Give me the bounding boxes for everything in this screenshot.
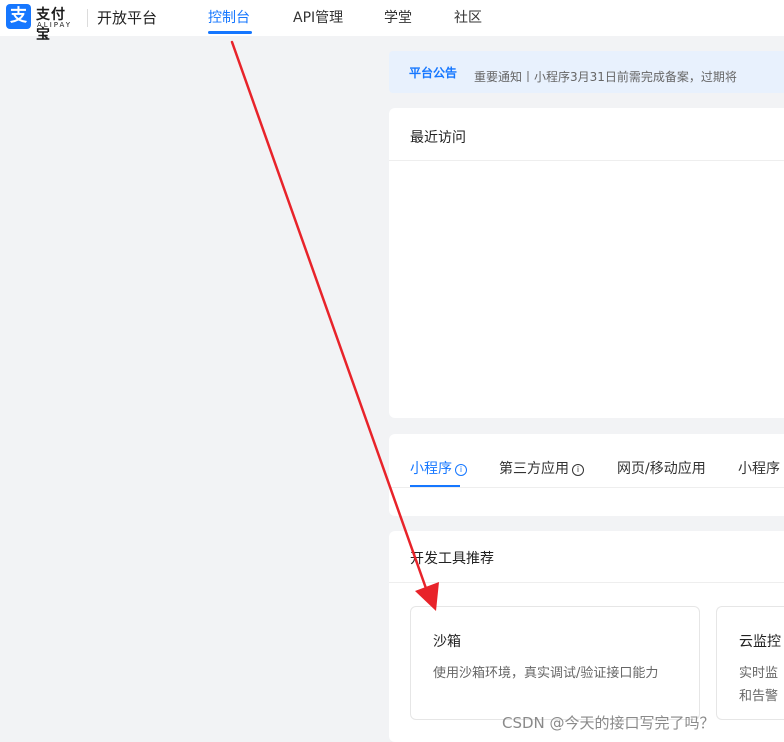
tool-description-line: 和告警	[739, 689, 779, 704]
top-nav-bar: 支 支付宝 ALIPAY 开放平台 控制台 API管理 学堂 社区	[0, 0, 784, 43]
tab-label: 小程序	[410, 461, 452, 477]
card-divider	[389, 582, 784, 583]
tool-title: 沙箱	[433, 634, 461, 650]
tool-title: 云监控	[739, 634, 781, 650]
tab-divider	[389, 487, 784, 488]
tool-description-line: 实时监	[739, 666, 779, 681]
tab-mini-program-2[interactable]: 小程序	[738, 458, 780, 478]
platform-title[interactable]: 开放平台	[97, 7, 157, 28]
platform-notice[interactable]: 平台公告 重要通知丨小程序3月31日前需完成备案，过期将	[389, 51, 784, 93]
tab-label: 第三方应用	[499, 461, 569, 477]
tool-description: 实时监 和告警	[739, 662, 778, 708]
nav-api-management[interactable]: API管理	[293, 7, 343, 27]
tab-third-party-app[interactable]: 第三方应用 i	[499, 458, 584, 478]
nav-community[interactable]: 社区	[454, 7, 482, 27]
header-divider	[87, 9, 88, 27]
nav-academy[interactable]: 学堂	[384, 7, 412, 27]
info-circle-icon[interactable]: i	[455, 464, 467, 476]
alipay-logo[interactable]: 支 支付宝 ALIPAY	[6, 4, 80, 43]
tool-card-cloud-monitor[interactable]: 云监控 实时监 和告警	[716, 606, 784, 720]
recent-visits-card: 最近访问	[389, 108, 784, 418]
logo-text-en: ALIPAY	[37, 21, 73, 29]
info-circle-icon[interactable]: i	[572, 464, 584, 476]
nav-active-indicator	[208, 31, 252, 34]
alipay-logo-icon: 支	[6, 4, 31, 29]
notice-label: 平台公告	[409, 66, 458, 80]
tool-description: 使用沙箱环境，真实调试/验证接口能力	[433, 666, 659, 681]
watermark-text: CSDN @今天的接口写完了吗？	[502, 714, 715, 732]
tab-web-mobile-app[interactable]: 网页/移动应用	[617, 458, 706, 478]
tab-mini-program[interactable]: 小程序 i	[410, 458, 467, 478]
nav-console[interactable]: 控制台	[208, 7, 250, 27]
notice-text[interactable]: 重要通知丨小程序3月31日前需完成备案，过期将	[474, 68, 737, 85]
dev-tools-title: 开发工具推荐	[410, 551, 494, 567]
app-type-tabs-card: 小程序 i 第三方应用 i 网页/移动应用 小程序	[389, 434, 784, 516]
card-divider	[389, 160, 784, 161]
tool-card-sandbox[interactable]: 沙箱 使用沙箱环境，真实调试/验证接口能力	[410, 606, 700, 720]
recent-visits-title: 最近访问	[410, 130, 466, 146]
dev-tools-card: 开发工具推荐 沙箱 使用沙箱环境，真实调试/验证接口能力 云监控 实时监 和告警	[389, 531, 784, 742]
